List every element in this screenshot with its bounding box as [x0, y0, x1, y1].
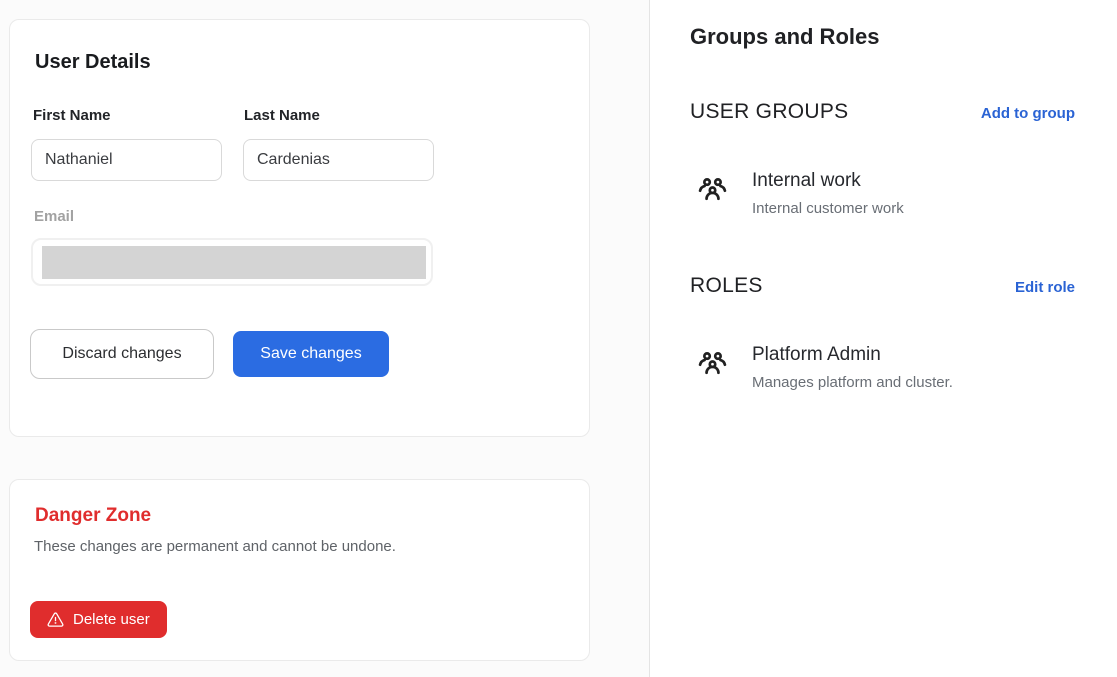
- left-panel: User Details First Name Last Name Email …: [0, 0, 650, 677]
- email-redacted-value: [42, 246, 426, 279]
- group-list-item: Internal work Internal customer work: [697, 170, 904, 217]
- user-details-card: User Details First Name Last Name Email …: [9, 19, 590, 437]
- danger-zone-card: Danger Zone These changes are permanent …: [9, 479, 590, 661]
- last-name-input[interactable]: [243, 139, 434, 181]
- group-item-text: Internal work Internal customer work: [752, 170, 904, 217]
- user-groups-header: USER GROUPS: [690, 100, 849, 124]
- save-changes-button[interactable]: Save changes: [233, 331, 389, 377]
- groups-and-roles-title: Groups and Roles: [690, 24, 879, 50]
- first-name-label: First Name: [33, 107, 111, 124]
- groups-and-roles-panel: Groups and Roles USER GROUPS Add to grou…: [651, 0, 1117, 677]
- delete-user-label: Delete user: [73, 611, 150, 628]
- group-description: Internal customer work: [752, 200, 904, 217]
- discard-changes-button[interactable]: Discard changes: [30, 329, 214, 379]
- roles-header: ROLES: [690, 274, 763, 298]
- danger-zone-description: These changes are permanent and cannot b…: [34, 538, 396, 555]
- first-name-input[interactable]: [31, 139, 222, 181]
- users-group-icon: [697, 350, 728, 381]
- users-group-icon: [697, 176, 728, 207]
- email-input: [31, 238, 433, 286]
- role-name: Platform Admin: [752, 344, 953, 366]
- role-description: Manages platform and cluster.: [752, 374, 953, 391]
- user-groups-header-row: USER GROUPS Add to group: [690, 100, 1075, 124]
- role-item-text: Platform Admin Manages platform and clus…: [752, 344, 953, 391]
- add-to-group-link[interactable]: Add to group: [981, 105, 1075, 124]
- group-name: Internal work: [752, 170, 904, 192]
- roles-header-row: ROLES Edit role: [690, 274, 1075, 298]
- role-list-item: Platform Admin Manages platform and clus…: [697, 344, 953, 391]
- delete-user-button[interactable]: Delete user: [30, 601, 167, 638]
- user-details-title: User Details: [35, 51, 151, 74]
- last-name-label: Last Name: [244, 107, 320, 124]
- email-label: Email: [34, 208, 74, 225]
- warning-triangle-icon: [47, 611, 64, 628]
- edit-role-link[interactable]: Edit role: [1015, 279, 1075, 298]
- danger-zone-title: Danger Zone: [35, 505, 151, 527]
